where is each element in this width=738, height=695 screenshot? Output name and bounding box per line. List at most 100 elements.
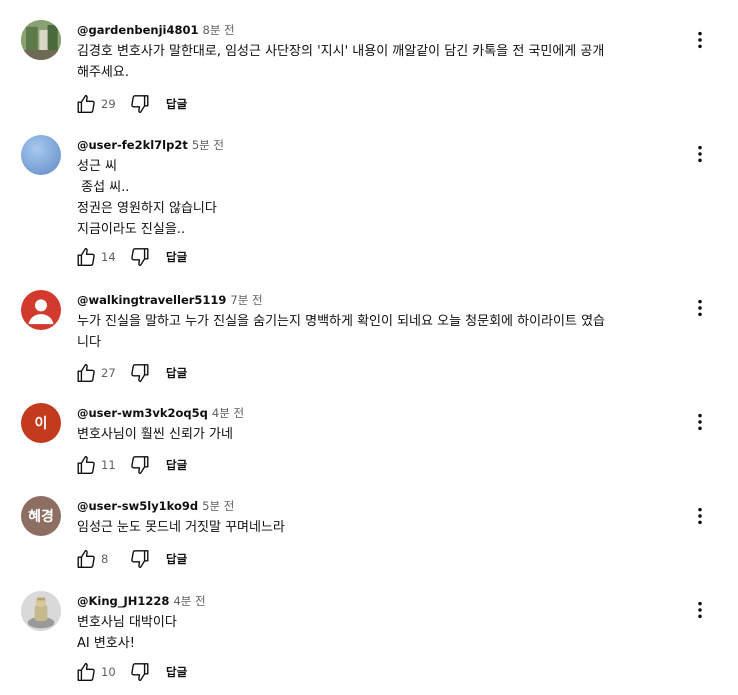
more-vert-icon	[698, 601, 702, 619]
like-count: 29	[101, 97, 116, 111]
comment-author[interactable]: @walkingtraveller5119	[77, 293, 226, 307]
like-count: 27	[101, 366, 116, 380]
thumb-up-icon	[77, 455, 95, 474]
comment-time[interactable]: 5분 전	[192, 138, 224, 152]
reply-button[interactable]: 답글	[166, 551, 187, 567]
comment-text: 누가 진실을 말하고 누가 진실을 숨기는지 명백하게 확인이 되네요 오늘 청…	[77, 311, 687, 353]
comment-text-line: 누가 진실을 말하고 누가 진실을 숨기는지 명백하게 확인이 되네요 오늘 청…	[77, 314, 605, 329]
comment-actions: 14 답글	[74, 245, 187, 269]
comment-author[interactable]: @gardenbenji4801	[77, 23, 199, 37]
comment-text-line: 종섭 씨..	[77, 180, 130, 195]
comment-text: 임성근 눈도 못드네 거짓말 꾸며네느라	[77, 517, 687, 538]
comment-header: @King_JH1228 4분 전	[77, 591, 206, 609]
comment-thread: 이 @user-wm3vk2oq5q 4분 전변호사님이 훨씬 신뢰가 가네 11 답글	[0, 403, 738, 479]
comment-menu-button[interactable]	[688, 28, 712, 52]
thumb-down-icon	[131, 95, 149, 114]
comment-text: 변호사님 대박이다 AI 변호사!	[77, 612, 687, 654]
avatar[interactable]: 이	[21, 403, 61, 443]
comment-header: @user-fe2kl7lp2t 5분 전	[77, 135, 224, 153]
like-button[interactable]	[74, 245, 98, 269]
thumb-up-icon	[77, 363, 95, 382]
comment-time[interactable]: 4분 전	[212, 406, 244, 420]
dislike-button[interactable]	[128, 660, 152, 684]
more-vert-icon	[698, 31, 702, 49]
comment-author[interactable]: @user-fe2kl7lp2t	[77, 138, 188, 152]
dislike-button[interactable]	[128, 92, 152, 116]
comment-text-line: 성근 씨	[77, 159, 118, 174]
avatar[interactable]	[21, 591, 61, 631]
thumb-up-icon	[77, 247, 95, 266]
reply-button[interactable]: 답글	[166, 457, 187, 473]
comment-thread: 혜경 @user-sw5ly1ko9d 5분 전임성근 눈도 못드네 거짓말 꾸며네…	[0, 496, 738, 573]
like-button[interactable]	[74, 361, 98, 385]
dislike-button[interactable]	[128, 547, 152, 571]
like-button[interactable]	[74, 547, 98, 571]
more-vert-icon	[698, 507, 702, 525]
comment-header: @user-wm3vk2oq5q 4분 전	[77, 403, 244, 421]
comment-time[interactable]: 7분 전	[230, 293, 262, 307]
dislike-button[interactable]	[128, 245, 152, 269]
like-count: 10	[101, 665, 116, 679]
comment-text: 변호사님이 훨씬 신뢰가 가네	[77, 424, 687, 445]
comment-actions: 29 답글	[74, 92, 187, 116]
comment-text: 김경호 변호사가 말한대로, 임성근 사단장의 '지시' 내용이 깨알같이 담긴…	[77, 41, 687, 83]
comment-text-line: AI 변호사!	[77, 636, 135, 651]
dislike-button[interactable]	[128, 453, 152, 477]
comment-author[interactable]: @user-wm3vk2oq5q	[77, 406, 208, 420]
avatar-initial: 이	[34, 416, 48, 432]
reply-button[interactable]: 답글	[166, 365, 187, 381]
comment-text-line: 지금이라도 진실을..	[77, 222, 186, 237]
comment-text-line: 해주세요.	[77, 65, 129, 80]
comment-time[interactable]: 4분 전	[173, 594, 205, 608]
like-count: 11	[101, 458, 116, 472]
reply-button[interactable]: 답글	[166, 664, 187, 680]
comment-text-line: 정권은 영원하지 않습니다	[77, 201, 217, 216]
comment-time[interactable]: 5분 전	[202, 499, 234, 513]
dislike-button[interactable]	[128, 361, 152, 385]
avatar[interactable]	[21, 20, 61, 60]
like-count: 8	[101, 552, 109, 566]
comments-section: @gardenbenji4801 8분 전김경호 변호사가 말한대로, 임성근 사…	[0, 0, 738, 695]
reply-button[interactable]: 답글	[166, 249, 187, 265]
more-vert-icon	[698, 145, 702, 163]
comment-menu-button[interactable]	[688, 142, 712, 166]
comment-thread: @King_JH1228 4분 전변호사님 대박이다 AI 변호사! 10 답글	[0, 591, 738, 686]
avatar[interactable]	[21, 135, 61, 175]
comment-text: 성근 씨 종섭 씨.. 정권은 영원하지 않습니다지금이라도 진실을..	[77, 156, 687, 240]
like-count: 14	[101, 250, 116, 264]
comment-thread: @user-fe2kl7lp2t 5분 전성근 씨 종섭 씨.. 정권은 영원하지 …	[0, 135, 738, 271]
like-button[interactable]	[74, 660, 98, 684]
comment-menu-button[interactable]	[688, 598, 712, 622]
comment-header: @walkingtraveller5119 7분 전	[77, 290, 263, 308]
like-button[interactable]	[74, 92, 98, 116]
comment-actions: 10 답글	[74, 660, 187, 684]
thumb-up-icon	[77, 94, 95, 113]
comment-text-line: 임성근 눈도 못드네 거짓말 꾸며네느라	[77, 520, 285, 535]
comment-text-line: 김경호 변호사가 말한대로, 임성근 사단장의 '지시' 내용이 깨알같이 담긴…	[77, 44, 605, 59]
comment-text-line: 변호사님이 훨씬 신뢰가 가네	[77, 427, 233, 442]
thumb-down-icon	[131, 456, 149, 475]
comment-actions: 11 답글	[74, 453, 187, 477]
comment-author[interactable]: @user-sw5ly1ko9d	[77, 499, 198, 513]
more-vert-icon	[698, 413, 702, 431]
thumb-down-icon	[131, 248, 149, 267]
avatar[interactable]: 혜경	[21, 496, 61, 536]
comment-author[interactable]: @King_JH1228	[77, 594, 169, 608]
reply-button[interactable]: 답글	[166, 96, 187, 112]
thumb-down-icon	[131, 663, 149, 682]
comment-actions: 27 답글	[74, 361, 187, 385]
comment-actions: 8 답글	[74, 547, 187, 571]
comment-menu-button[interactable]	[688, 410, 712, 434]
comment-header: @gardenbenji4801 8분 전	[77, 20, 235, 38]
comment-menu-button[interactable]	[688, 296, 712, 320]
thumb-up-icon	[77, 549, 95, 568]
comment-time[interactable]: 8분 전	[203, 23, 235, 37]
avatar[interactable]	[21, 290, 61, 330]
comment-thread: @walkingtraveller5119 7분 전누가 진실을 말하고 누가 진…	[0, 290, 738, 387]
comment-menu-button[interactable]	[688, 504, 712, 528]
comment-header: @user-sw5ly1ko9d 5분 전	[77, 496, 234, 514]
comment-text-line: 니다	[77, 335, 101, 350]
like-button[interactable]	[74, 453, 98, 477]
thumb-down-icon	[131, 550, 149, 569]
more-vert-icon	[698, 299, 702, 317]
